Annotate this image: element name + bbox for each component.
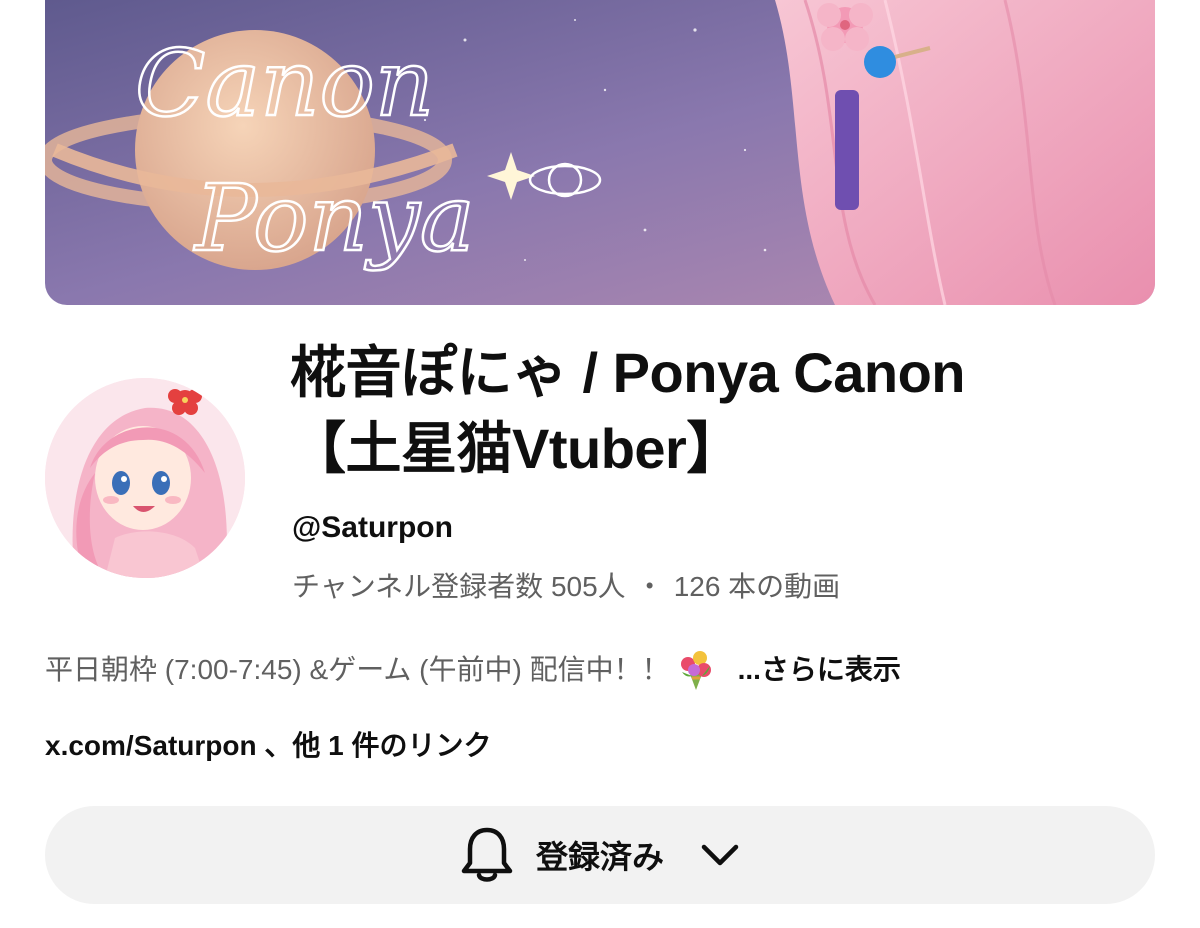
channel-description[interactable]: 平日朝枠 (7:00-7:45) &ゲーム (午前中) 配信中！！ ...さらに… <box>45 648 1155 692</box>
channel-banner: Canon Ponya <box>45 0 1155 305</box>
subscriber-count: チャンネル登録者数 505人 <box>292 571 626 602</box>
bell-icon <box>461 827 513 882</box>
channel-links[interactable]: x.com/Saturpon 、他 1 件のリンク <box>45 726 492 766</box>
chevron-down-icon <box>701 844 739 866</box>
banner-artwork: Canon Ponya <box>45 0 1155 305</box>
subscribed-label: 登録済み <box>535 839 664 875</box>
channel-avatar[interactable] <box>45 378 245 578</box>
channel-title-line1: 椛音ぽにゃ / Ponya Canon <box>290 341 966 404</box>
video-count: 126 本の動画 <box>673 571 841 602</box>
bouquet-icon <box>680 651 711 690</box>
banner-script-ponya: Ponya <box>193 165 475 272</box>
banner-script-canon: Canon <box>135 30 434 137</box>
channel-handle: @Saturpon <box>292 511 453 544</box>
channel-stats: チャンネル登録者数 505人・ 126 本の動画 <box>292 567 840 607</box>
stats-separator: ・ <box>635 571 664 602</box>
avatar-image <box>45 378 245 578</box>
channel-title: 椛音ぽにゃ / Ponya Canon 【土星猫Vtuber】 <box>290 335 1150 487</box>
description-text: 平日朝枠 (7:00-7:45) &ゲーム (午前中) 配信中！！ <box>45 654 670 685</box>
channel-title-line2: 【土星猫Vtuber】 <box>290 417 742 480</box>
subscribed-button[interactable]: 登録済み <box>45 806 1155 904</box>
show-more-link[interactable]: ...さらに表示 <box>738 649 901 691</box>
